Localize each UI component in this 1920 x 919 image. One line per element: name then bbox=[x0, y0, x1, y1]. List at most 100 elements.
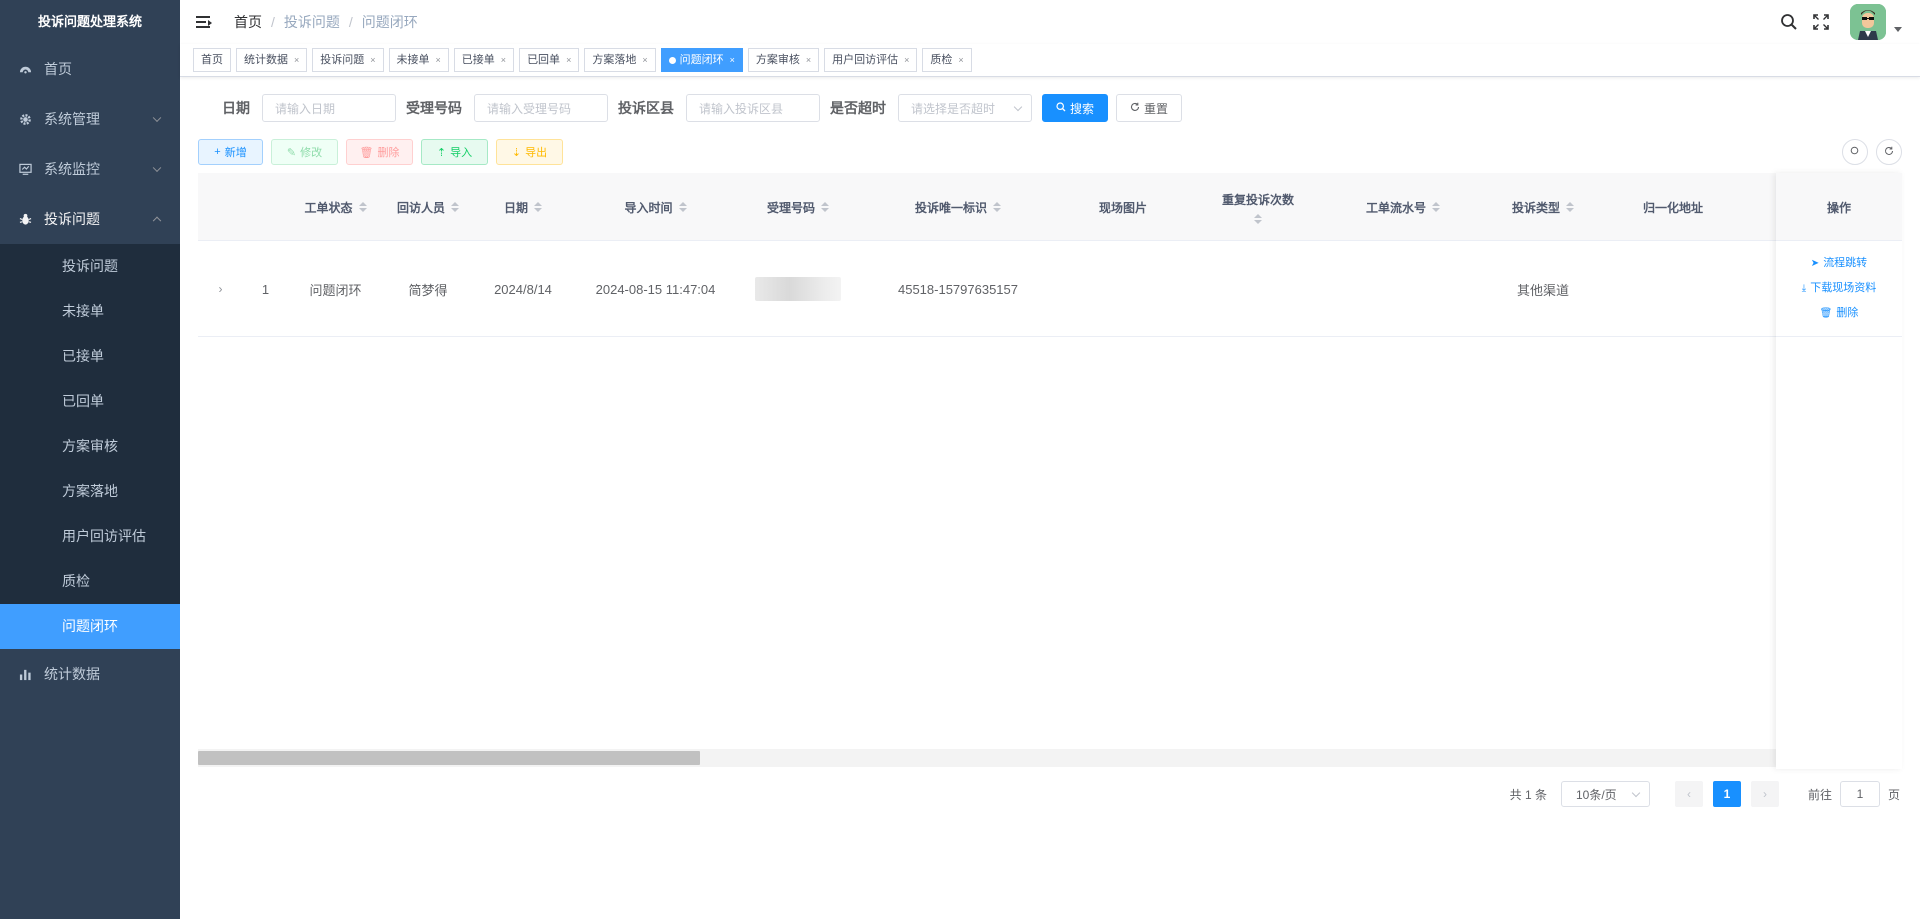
chevron-down-icon bbox=[1013, 102, 1023, 112]
send-icon: ➤ bbox=[1810, 258, 1820, 269]
export-button[interactable]: ⇣ 导出 bbox=[496, 139, 563, 165]
table-row[interactable]: › 1 问题闭环 简梦得 2024/8/14 2024-08-15 11:47:… bbox=[198, 241, 1902, 337]
tag-replied[interactable]: 已回单 × bbox=[519, 48, 580, 72]
col-label: 投诉类型 bbox=[1511, 200, 1560, 215]
tag-accepted[interactable]: 已接单 × bbox=[453, 48, 515, 72]
tag-statistics[interactable]: 统计数据 × bbox=[236, 48, 308, 72]
caret-down-icon[interactable] bbox=[1894, 26, 1902, 32]
col-actions: 操作 bbox=[1776, 173, 1902, 241]
col-unique-id[interactable]: 投诉唯一标识 bbox=[858, 173, 1058, 241]
import-button[interactable]: ⇡ 导入 bbox=[421, 139, 488, 165]
sidebar-item-home[interactable]: 首页 bbox=[0, 44, 180, 94]
sidebar-item-system-monitor[interactable]: 系统监控 bbox=[0, 144, 180, 194]
tag-not-accepted[interactable]: 未接单 × bbox=[388, 48, 449, 72]
app-title: 投诉问题处理系统 bbox=[37, 14, 142, 29]
submenu-item-not-accepted[interactable]: 未接单 bbox=[0, 289, 180, 334]
col-repeat-count[interactable]: 重复投诉次数 bbox=[1188, 173, 1328, 241]
next-page-button[interactable]: › bbox=[1750, 781, 1779, 807]
sidebar-item-complaints[interactable]: 投诉问题 bbox=[0, 194, 180, 244]
col-serial-no[interactable]: 工单流水号 bbox=[1328, 173, 1478, 241]
page-size-value: 10条/页 bbox=[1575, 787, 1617, 802]
edit-button[interactable]: ✎ 修改 bbox=[271, 139, 338, 165]
submenu-item-replied[interactable]: 已回单 bbox=[0, 379, 180, 424]
tag-quality-check[interactable]: 质检 × bbox=[922, 48, 972, 72]
sort-icon[interactable] bbox=[1432, 202, 1440, 212]
tag-home[interactable]: 首页 bbox=[193, 48, 231, 72]
submenu-item-quality-check[interactable]: 质检 bbox=[0, 559, 180, 604]
tag-plan-landing[interactable]: 方案落地 × bbox=[584, 48, 656, 72]
delete-button[interactable]: 🗑 删除 bbox=[346, 139, 413, 165]
plus-icon: + bbox=[214, 146, 221, 158]
fullscreen-icon[interactable] bbox=[1812, 13, 1830, 31]
trash-icon: 🗑 bbox=[359, 146, 374, 159]
sort-icon[interactable] bbox=[993, 202, 1001, 212]
flow-jump-link[interactable]: ➤ 流程跳转 bbox=[1811, 251, 1867, 276]
close-icon[interactable]: × bbox=[294, 49, 299, 71]
page-jumper: 前往 1 页 bbox=[1808, 781, 1900, 807]
submenu-item-accepted[interactable]: 已接单 bbox=[0, 334, 180, 379]
hamburger-icon[interactable] bbox=[196, 15, 212, 29]
main-content: 日期 请输入日期 受理号码 请输入受理号码 投诉区县 请输入投诉区县 是否超时 … bbox=[180, 77, 1920, 919]
date-input[interactable]: 请输入日期 bbox=[262, 94, 396, 122]
submenu-item-issue-closed[interactable]: 问题闭环 bbox=[0, 604, 180, 649]
close-icon[interactable]: × bbox=[501, 49, 506, 71]
tag-plan-review[interactable]: 方案审核 × bbox=[747, 48, 820, 72]
refresh-button[interactable] bbox=[1876, 139, 1902, 165]
col-import-time[interactable]: 导入时间 bbox=[573, 173, 738, 241]
close-icon[interactable]: × bbox=[730, 49, 735, 71]
phone-input[interactable]: 请输入受理号码 bbox=[474, 94, 608, 122]
col-phone[interactable]: 受理号码 bbox=[738, 173, 858, 241]
sort-icon[interactable] bbox=[358, 202, 367, 212]
col-type[interactable]: 投诉类型 bbox=[1478, 173, 1608, 241]
close-icon[interactable]: × bbox=[642, 49, 647, 71]
sort-icon[interactable] bbox=[821, 202, 829, 212]
expand-chevron-icon[interactable]: › bbox=[198, 241, 243, 337]
close-icon[interactable]: × bbox=[436, 49, 441, 71]
close-icon[interactable]: × bbox=[370, 49, 375, 71]
sort-icon[interactable] bbox=[678, 202, 687, 212]
district-input[interactable]: 请输入投诉区县 bbox=[686, 94, 820, 122]
chevron-down-icon bbox=[1631, 788, 1641, 798]
horizontal-scrollbar[interactable] bbox=[198, 749, 1776, 767]
col-visitor[interactable]: 回访人员 bbox=[383, 173, 473, 241]
submenu-item-plan-review[interactable]: 方案审核 bbox=[0, 424, 180, 469]
close-icon[interactable]: × bbox=[904, 49, 909, 71]
sort-icon[interactable] bbox=[1254, 213, 1262, 224]
row-delete-link[interactable]: 🗑 删除 bbox=[1820, 301, 1859, 326]
sidebar-item-statistics[interactable]: 统计数据 bbox=[0, 649, 180, 699]
tag-complaints[interactable]: 投诉问题 × bbox=[312, 48, 384, 72]
download-materials-link[interactable]: ⤓ 下载现场资料 bbox=[1802, 276, 1876, 301]
sort-icon[interactable] bbox=[451, 202, 459, 212]
page-size-select[interactable]: 10条/页 bbox=[1560, 781, 1650, 807]
close-icon[interactable]: × bbox=[566, 49, 571, 71]
breadcrumb-item-home[interactable]: 首页 bbox=[234, 12, 262, 32]
col-date[interactable]: 日期 bbox=[473, 173, 573, 241]
avatar[interactable] bbox=[1850, 4, 1886, 40]
goto-page-input[interactable]: 1 bbox=[1839, 781, 1880, 807]
search-icon[interactable] bbox=[1780, 13, 1798, 31]
submenu-item-user-revisit[interactable]: 用户回访评估 bbox=[0, 514, 180, 559]
search-button[interactable]: 搜索 bbox=[1042, 94, 1108, 122]
table-header: 工单状态 回访人员 日期 导入时间 受理号码 投诉唯一标识 现场图片 重复投诉次… bbox=[198, 173, 1902, 241]
search-toggle-button[interactable] bbox=[1842, 139, 1868, 165]
prev-page-button[interactable]: ‹ bbox=[1674, 781, 1703, 807]
page-number-button[interactable]: 1 bbox=[1712, 781, 1741, 807]
breadcrumb-separator: / bbox=[271, 14, 275, 30]
add-button[interactable]: + 新增 bbox=[198, 139, 263, 165]
submenu-item-complaints[interactable]: 投诉问题 bbox=[0, 244, 180, 289]
tag-issue-closed[interactable]: 问题闭环 × bbox=[660, 48, 743, 72]
tag-user-revisit[interactable]: 用户回访评估 × bbox=[824, 48, 918, 72]
close-icon[interactable]: × bbox=[958, 49, 963, 71]
timeout-select[interactable]: 请选择是否超时 bbox=[898, 94, 1032, 122]
col-status[interactable]: 工单状态 bbox=[288, 173, 383, 241]
navbar: 首页 / 投诉问题 / 问题闭环 bbox=[180, 0, 1920, 44]
close-icon[interactable]: × bbox=[806, 49, 811, 71]
sort-icon[interactable] bbox=[1566, 202, 1574, 212]
sidebar-item-system-management[interactable]: 系统管理 bbox=[0, 94, 180, 144]
col-label: 导入时间 bbox=[624, 200, 673, 215]
sort-icon[interactable] bbox=[534, 202, 542, 212]
trash-icon: 🗑 bbox=[1819, 308, 1833, 319]
submenu-item-plan-landing[interactable]: 方案落地 bbox=[0, 469, 180, 514]
scrollbar-thumb[interactable] bbox=[198, 751, 700, 765]
reset-button[interactable]: 重置 bbox=[1116, 94, 1182, 122]
